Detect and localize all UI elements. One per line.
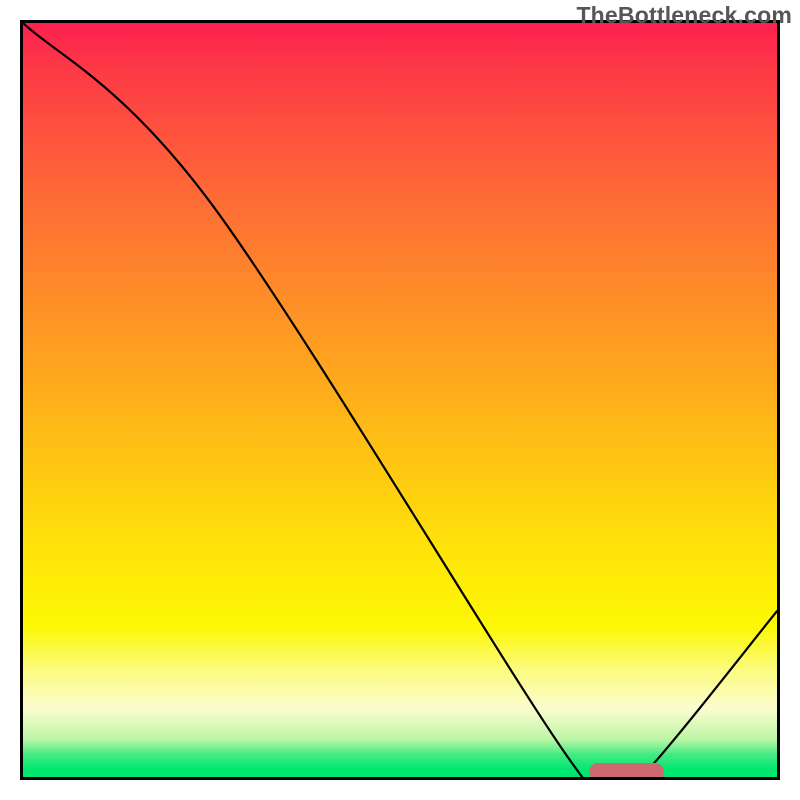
chart-frame: TheBottleneck.com — [0, 0, 800, 800]
sweet-spot-marker — [589, 763, 664, 780]
bottleneck-curve — [23, 23, 777, 777]
plot-area — [20, 20, 780, 780]
attribution-text: TheBottleneck.com — [576, 2, 792, 29]
